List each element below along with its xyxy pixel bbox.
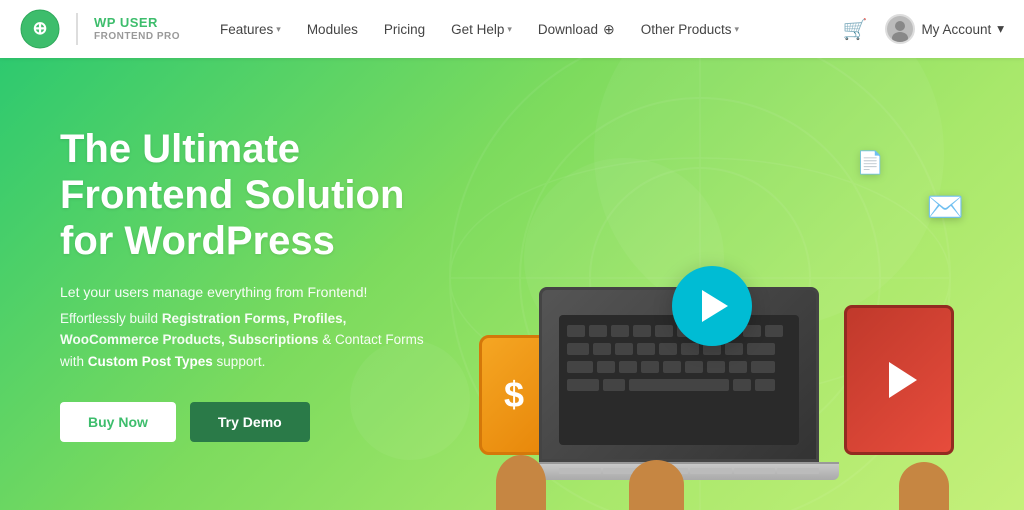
nav-links: Features ▾ Modules Pricing Get Help ▾ Do… (210, 15, 843, 44)
play-button[interactable] (672, 266, 752, 346)
logo-icon: ⊕ (20, 9, 60, 49)
chevron-down-icon: ▾ (735, 24, 740, 35)
cart-icon: 🛒 (843, 17, 868, 42)
nav-pricing[interactable]: Pricing (374, 16, 435, 43)
logo[interactable]: ⊕ WP USER FRONTEND PRO (20, 9, 180, 49)
brand-sub: FRONTEND PRO (94, 31, 180, 42)
key (559, 468, 601, 474)
logo-text: WP USER FRONTEND PRO (94, 16, 180, 41)
play-triangle-icon (702, 290, 728, 322)
envelope-icon: ✉️ (927, 190, 964, 225)
account-chevron-icon: ▾ (997, 21, 1004, 37)
keyboard-inner (559, 464, 819, 474)
dollar-icon: $ (504, 374, 524, 416)
tablet-device (844, 305, 964, 455)
hand-right (899, 462, 949, 510)
hero-buttons: Buy Now Try Demo (60, 402, 440, 442)
svg-text:⊕: ⊕ (32, 18, 47, 38)
nav-features[interactable]: Features ▾ (210, 16, 291, 43)
nav-modules[interactable]: Modules (297, 16, 368, 43)
hero-title: The Ultimate Frontend Solution for WordP… (60, 126, 440, 264)
logo-divider (76, 13, 78, 45)
hero-subtitle: Let your users manage everything from Fr… (60, 284, 440, 300)
brand-name: WP USER (94, 16, 180, 30)
hero-illustration: $ (474, 90, 994, 510)
key (690, 468, 732, 474)
hand-center (629, 460, 684, 510)
tablet-body (844, 305, 954, 455)
tablet-play-icon (889, 362, 917, 398)
buy-now-button[interactable]: Buy Now (60, 402, 176, 442)
hero-content: The Ultimate Frontend Solution for WordP… (0, 126, 500, 443)
document-icon: 📄 (857, 150, 884, 176)
hero-section: The Ultimate Frontend Solution for WordP… (0, 58, 1024, 510)
hand-left (496, 455, 546, 510)
hero-description: Effortlessly build Registration Forms, P… (60, 308, 440, 373)
avatar (885, 14, 915, 44)
laptop-keyboard (539, 462, 839, 480)
nav-other-products[interactable]: Other Products ▾ (631, 16, 749, 43)
navbar: ⊕ WP USER FRONTEND PRO Features ▾ Module… (0, 0, 1024, 58)
key (734, 468, 776, 474)
nav-right: 🛒 My Account ▾ (843, 14, 1004, 44)
device-scene: $ (474, 90, 994, 510)
try-demo-button[interactable]: Try Demo (190, 402, 310, 442)
chevron-down-icon: ▾ (276, 24, 281, 35)
account-button[interactable]: My Account ▾ (885, 14, 1004, 44)
cart-button[interactable]: 🛒 (843, 17, 868, 42)
chevron-down-icon: ▾ (507, 24, 512, 35)
wordpress-icon: ⊕ (603, 21, 615, 38)
key (777, 468, 819, 474)
nav-download[interactable]: Download ⊕ (528, 15, 625, 44)
nav-get-help[interactable]: Get Help ▾ (441, 16, 522, 43)
